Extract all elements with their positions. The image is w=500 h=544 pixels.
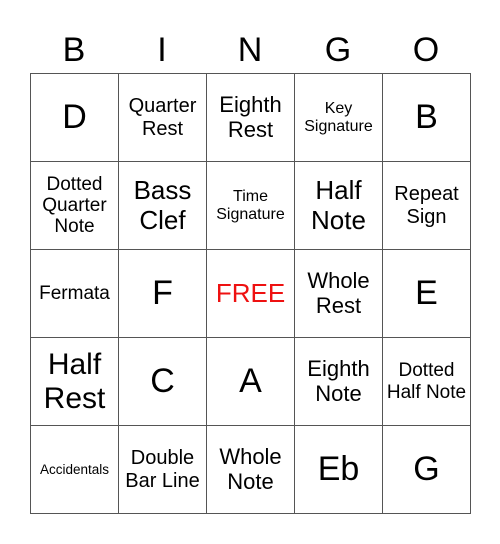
bingo-row: Half Rest C A Eighth Note Dotted Half No…: [30, 337, 471, 426]
bingo-header: B I N G O: [30, 28, 470, 73]
bingo-cell[interactable]: Whole Note: [206, 425, 295, 514]
bingo-cell[interactable]: E: [382, 249, 471, 338]
bingo-cell[interactable]: C: [118, 337, 207, 426]
free-space-cell[interactable]: FREE: [206, 249, 295, 338]
bingo-cell[interactable]: Eb: [294, 425, 383, 514]
bingo-cell[interactable]: Double Bar Line: [118, 425, 207, 514]
bingo-cell[interactable]: Accidentals: [30, 425, 119, 514]
bingo-cell[interactable]: F: [118, 249, 207, 338]
header-letter-n: N: [237, 31, 263, 69]
header-letter-i: I: [157, 31, 167, 69]
bingo-row: Accidentals Double Bar Line Whole Note E…: [30, 425, 471, 514]
bingo-cell[interactable]: Half Note: [294, 161, 383, 250]
bingo-row: Dotted Quarter Note Bass Clef Time Signa…: [30, 161, 471, 250]
bingo-cell[interactable]: Dotted Quarter Note: [30, 161, 119, 250]
header-letter-b: B: [62, 31, 86, 69]
bingo-cell[interactable]: B: [382, 73, 471, 162]
bingo-cell[interactable]: Bass Clef: [118, 161, 207, 250]
bingo-card: D Quarter Rest Eighth Rest Key Signature…: [30, 73, 471, 514]
bingo-cell[interactable]: A: [206, 337, 295, 426]
bingo-cell[interactable]: Key Signature: [294, 73, 383, 162]
bingo-cell[interactable]: Quarter Rest: [118, 73, 207, 162]
bingo-cell[interactable]: Half Rest: [30, 337, 119, 426]
header-letter-o: O: [412, 31, 440, 69]
bingo-row: Fermata F FREE Whole Rest E: [30, 249, 471, 338]
bingo-cell[interactable]: Repeat Sign: [382, 161, 471, 250]
bingo-cell[interactable]: Eighth Rest: [206, 73, 295, 162]
bingo-cell[interactable]: D: [30, 73, 119, 162]
bingo-cell[interactable]: Whole Rest: [294, 249, 383, 338]
bingo-cell[interactable]: Time Signature: [206, 161, 295, 250]
bingo-cell[interactable]: Fermata: [30, 249, 119, 338]
bingo-cell[interactable]: Eighth Note: [294, 337, 383, 426]
bingo-row: D Quarter Rest Eighth Rest Key Signature…: [30, 73, 471, 162]
bingo-cell[interactable]: G: [382, 425, 471, 514]
bingo-cell[interactable]: Dotted Half Note: [382, 337, 471, 426]
header-letter-g: G: [324, 31, 352, 69]
